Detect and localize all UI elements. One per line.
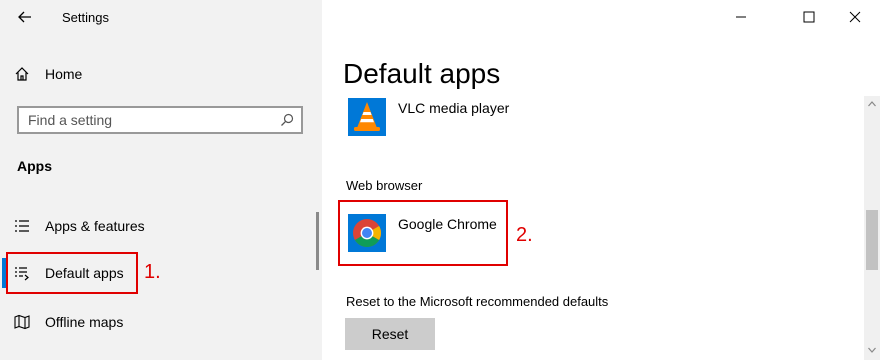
sidebar-item-label: Apps & features <box>45 218 145 234</box>
maximize-icon <box>803 11 815 23</box>
window-title: Settings <box>62 10 109 25</box>
page-title: Default apps <box>343 58 501 89</box>
home-icon <box>15 67 29 81</box>
highlight-box-step2 <box>338 200 508 266</box>
map-icon <box>14 314 30 330</box>
chevron-up-icon <box>868 101 876 107</box>
scroll-up-button[interactable] <box>864 96 880 112</box>
sidebar: Settings Home Apps Apps & features Defau… <box>0 0 322 360</box>
video-player-app-picker[interactable]: VLC media player <box>348 98 509 136</box>
web-browser-heading: Web browser <box>346 178 423 193</box>
list-icon <box>15 220 29 232</box>
sidebar-item-offline-maps[interactable]: Offline maps <box>14 310 123 334</box>
reset-button[interactable]: Reset <box>345 318 435 350</box>
vlc-icon <box>348 98 386 136</box>
sidebar-scrollbar[interactable] <box>316 212 319 270</box>
search-input[interactable] <box>19 108 273 132</box>
sidebar-item-label: Offline maps <box>45 314 124 330</box>
minimize-button[interactable] <box>726 4 756 30</box>
close-button[interactable] <box>840 4 870 30</box>
sidebar-item-apps-features[interactable]: Apps & features <box>14 214 145 238</box>
minimize-icon <box>736 16 746 18</box>
search-box <box>17 106 303 134</box>
scroll-thumb[interactable] <box>866 210 878 270</box>
step-label-1: 1. <box>144 261 161 283</box>
highlight-box-step1 <box>6 252 138 294</box>
maximize-button[interactable] <box>794 4 824 30</box>
home-label: Home <box>45 66 83 82</box>
back-button[interactable] <box>14 6 36 28</box>
scroll-down-button[interactable] <box>864 342 880 358</box>
video-player-app-name: VLC media player <box>398 100 510 116</box>
back-arrow-icon <box>18 11 31 23</box>
chevron-down-icon <box>868 347 876 353</box>
step-label-2: 2. <box>516 224 533 246</box>
section-title: Apps <box>17 158 52 174</box>
reset-caption: Reset to the Microsoft recommended defau… <box>346 294 609 309</box>
close-icon <box>849 11 861 23</box>
search-icon[interactable] <box>273 108 301 132</box>
main-content: Default apps VLC media player Web browse… <box>322 0 880 360</box>
home-nav-item[interactable]: Home <box>14 62 82 86</box>
main-scrollbar[interactable] <box>864 96 880 360</box>
